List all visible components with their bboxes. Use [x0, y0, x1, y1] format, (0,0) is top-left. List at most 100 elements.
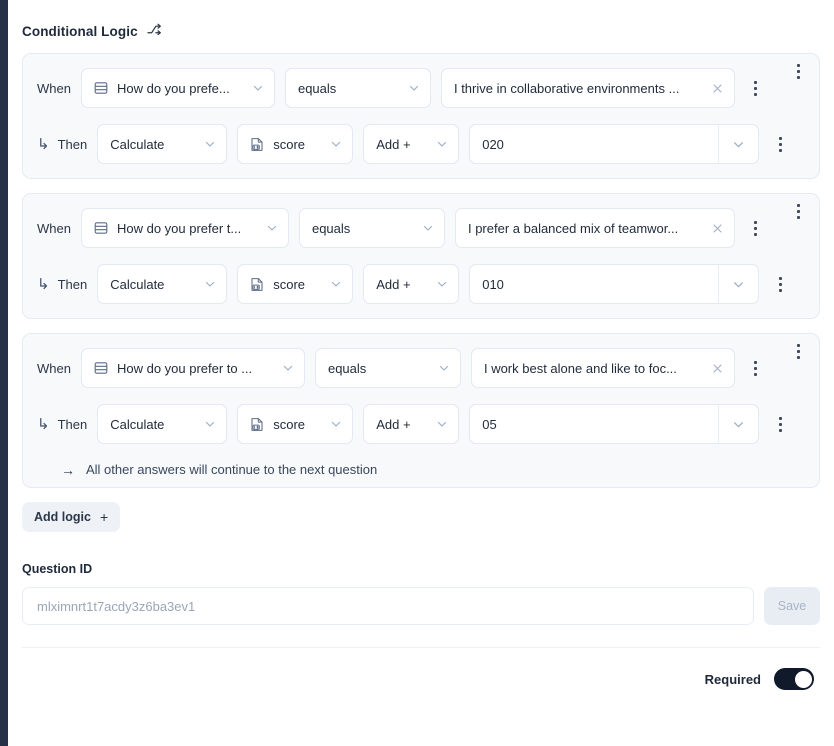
rule-row-menu-button[interactable]	[745, 360, 767, 376]
required-label: Required	[704, 671, 761, 687]
chevron-down-icon	[422, 222, 434, 234]
action-select[interactable]: Calculate	[97, 264, 228, 304]
answer-select-value: I work best alone and like to foc...	[483, 360, 677, 376]
chevron-down-icon	[204, 138, 216, 150]
logic-rule-card: When How do you prefer t... equals I pre…	[22, 193, 820, 319]
chevron-down-icon	[436, 418, 448, 430]
chevron-down-icon[interactable]	[718, 265, 758, 303]
when-label: When	[37, 80, 71, 96]
when-label: When	[37, 360, 71, 376]
question-select-value: How do you prefer to ...	[116, 360, 253, 376]
when-row: When How do you prefe... equals I thrive…	[37, 68, 809, 108]
then-label: Then	[57, 136, 88, 152]
rows-list-icon	[94, 221, 108, 235]
rule-row-menu-button[interactable]	[769, 416, 791, 432]
then-row: ↳ Then Calculate	[37, 404, 809, 444]
value-combo[interactable]: 010	[469, 264, 760, 304]
rule-row-menu-button[interactable]	[769, 136, 791, 152]
logic-rule-card: When How do you prefer to ... equals I w…	[22, 333, 820, 488]
rule-row-menu-button[interactable]	[745, 80, 767, 96]
answer-select-value: I prefer a balanced mix of teamwor...	[467, 220, 679, 236]
save-button[interactable]: Save	[764, 587, 820, 625]
question-select[interactable]: How do you prefer t...	[80, 208, 289, 248]
number-file-icon	[250, 277, 264, 292]
section-divider	[22, 647, 820, 648]
corner-arrow-icon: ↳	[37, 275, 50, 293]
question-select-value: How do you prefe...	[116, 80, 230, 96]
question-select[interactable]: How do you prefer to ...	[80, 348, 305, 388]
action-select[interactable]: Calculate	[97, 404, 228, 444]
question-id-label: Question ID	[22, 562, 93, 576]
chevron-down-icon	[330, 138, 342, 150]
chevron-down-icon[interactable]	[718, 125, 758, 163]
action-select-value: Calculate	[110, 276, 165, 292]
value-combo[interactable]: 020	[469, 124, 760, 164]
when-label: When	[37, 220, 71, 236]
answer-select-value: I thrive in collaborative environments .…	[453, 80, 680, 96]
card-menu-button[interactable]	[787, 204, 809, 219]
then-label: Then	[57, 416, 88, 432]
variable-select[interactable]: score	[237, 124, 354, 164]
variable-select-value: score	[273, 276, 306, 292]
chevron-down-icon	[204, 278, 216, 290]
rule-row-menu-button[interactable]	[745, 220, 767, 236]
logic-rule-card: When How do you prefe... equals I thrive…	[22, 53, 820, 179]
add-logic-label: Add logic	[34, 510, 91, 524]
operation-select-value: Add +	[376, 276, 411, 292]
close-icon[interactable]	[711, 82, 724, 95]
value-combo[interactable]: 05	[469, 404, 760, 444]
operation-select[interactable]: Add +	[363, 264, 460, 304]
operation-select-value: Add +	[376, 136, 411, 152]
answer-select[interactable]: I work best alone and like to foc...	[470, 348, 735, 388]
action-select[interactable]: Calculate	[97, 124, 228, 164]
variable-select-value: score	[273, 416, 306, 432]
value-input[interactable]: 010	[470, 265, 718, 303]
answer-select[interactable]: I prefer a balanced mix of teamwor...	[454, 208, 735, 248]
chevron-down-icon	[204, 418, 216, 430]
number-file-icon	[250, 417, 264, 432]
arrow-right-icon: →	[61, 461, 75, 478]
operator-select-value: equals	[311, 220, 351, 236]
variable-select-value: score	[273, 136, 306, 152]
question-id-input[interactable]	[22, 587, 754, 625]
required-row: Required	[22, 668, 820, 690]
then-label-group: ↳ Then	[37, 417, 87, 432]
rule-row-menu-button[interactable]	[769, 276, 791, 292]
app-left-rail	[0, 0, 8, 746]
chevron-down-icon	[252, 82, 264, 94]
question-select[interactable]: How do you prefe...	[80, 68, 275, 108]
variable-select[interactable]: score	[237, 404, 354, 444]
variable-select[interactable]: score	[237, 264, 354, 304]
chevron-down-icon	[266, 222, 278, 234]
chevron-down-icon[interactable]	[718, 405, 758, 443]
fallback-text: All other answers will continue to the n…	[86, 462, 378, 477]
chevron-down-icon	[330, 278, 342, 290]
then-label: Then	[57, 276, 88, 292]
chevron-down-icon	[436, 138, 448, 150]
operator-select[interactable]: equals	[314, 348, 461, 388]
card-menu-button[interactable]	[787, 64, 809, 79]
add-logic-button[interactable]: Add logic +	[22, 502, 121, 532]
close-icon[interactable]	[711, 362, 724, 375]
operation-select[interactable]: Add +	[363, 124, 460, 164]
chevron-down-icon	[282, 362, 294, 374]
operation-select[interactable]: Add +	[363, 404, 460, 444]
operator-select[interactable]: equals	[284, 68, 431, 108]
plus-icon: +	[99, 509, 109, 525]
chevron-down-icon	[408, 82, 420, 94]
operator-select[interactable]: equals	[298, 208, 445, 248]
when-row: When How do you prefer to ... equals I w…	[37, 348, 809, 388]
panel-content: Conditional Logic When How do you prefe.…	[8, 0, 834, 746]
corner-arrow-icon: ↳	[37, 135, 50, 153]
section-header: Conditional Logic	[22, 22, 820, 41]
operator-select-value: equals	[327, 360, 367, 376]
required-toggle[interactable]	[774, 668, 814, 690]
question-id-row: Save	[22, 587, 820, 625]
close-icon[interactable]	[711, 222, 724, 235]
answer-select[interactable]: I thrive in collaborative environments .…	[440, 68, 735, 108]
then-label-group: ↳ Then	[37, 277, 87, 292]
operator-select-value: equals	[297, 80, 337, 96]
value-input[interactable]: 020	[470, 125, 718, 163]
card-menu-button[interactable]	[787, 344, 809, 359]
value-input[interactable]: 05	[470, 405, 718, 443]
